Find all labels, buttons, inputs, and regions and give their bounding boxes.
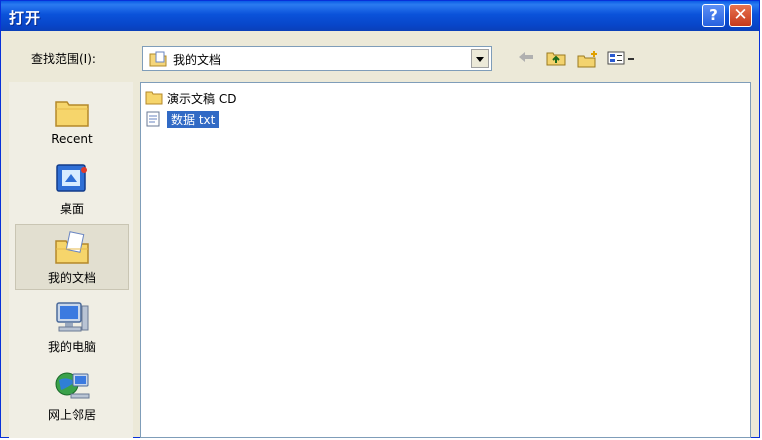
- text-file-icon: [145, 111, 161, 131]
- new-folder-icon[interactable]: [577, 50, 599, 72]
- file-name: 演示文稿 CD: [167, 92, 237, 106]
- up-folder-icon[interactable]: [546, 50, 566, 70]
- place-recent[interactable]: Recent: [15, 88, 129, 154]
- window-title: 打开: [9, 9, 42, 27]
- folder-icon: [145, 90, 163, 109]
- place-label: 网上邻居: [47, 408, 96, 422]
- lookin-label: 查找范围(I):: [31, 52, 96, 66]
- title-bar[interactable]: 打开 ? ✕: [1, 1, 759, 31]
- desktop-icon: [53, 162, 91, 198]
- file-name: 数据 txt: [167, 111, 220, 128]
- my-computer-icon: [53, 300, 91, 336]
- place-label: 桌面: [59, 202, 84, 216]
- place-label: 我的文档: [47, 271, 96, 285]
- place-my-computer[interactable]: 我的电脑: [15, 294, 129, 360]
- open-dialog: 打开 ? ✕ 查找范围(I): 我的文档 Recent 桌面 我的文档 我的电脑…: [0, 0, 760, 438]
- places-bar: Recent 桌面 我的文档 我的电脑 网上邻居: [9, 82, 133, 438]
- back-arrow-icon[interactable]: [517, 50, 535, 68]
- file-list[interactable]: 演示文稿 CD 数据 txt: [140, 82, 751, 438]
- place-network[interactable]: 网上邻居: [15, 362, 129, 428]
- chevron-down-icon[interactable]: [471, 49, 489, 68]
- network-places-icon: [53, 368, 91, 404]
- place-label: Recent: [51, 132, 93, 146]
- place-label: 我的电脑: [47, 340, 96, 354]
- place-my-documents[interactable]: 我的文档: [15, 224, 129, 290]
- recent-folder-icon: [53, 94, 91, 130]
- place-desktop[interactable]: 桌面: [15, 156, 129, 222]
- my-documents-icon: [53, 231, 91, 267]
- lookin-value: 我的文档: [173, 53, 222, 67]
- lookin-combo[interactable]: 我的文档: [142, 46, 492, 71]
- views-menu-icon[interactable]: [607, 50, 639, 70]
- my-documents-small-icon: [149, 51, 167, 71]
- help-button[interactable]: ?: [702, 4, 725, 27]
- close-button[interactable]: ✕: [729, 4, 752, 27]
